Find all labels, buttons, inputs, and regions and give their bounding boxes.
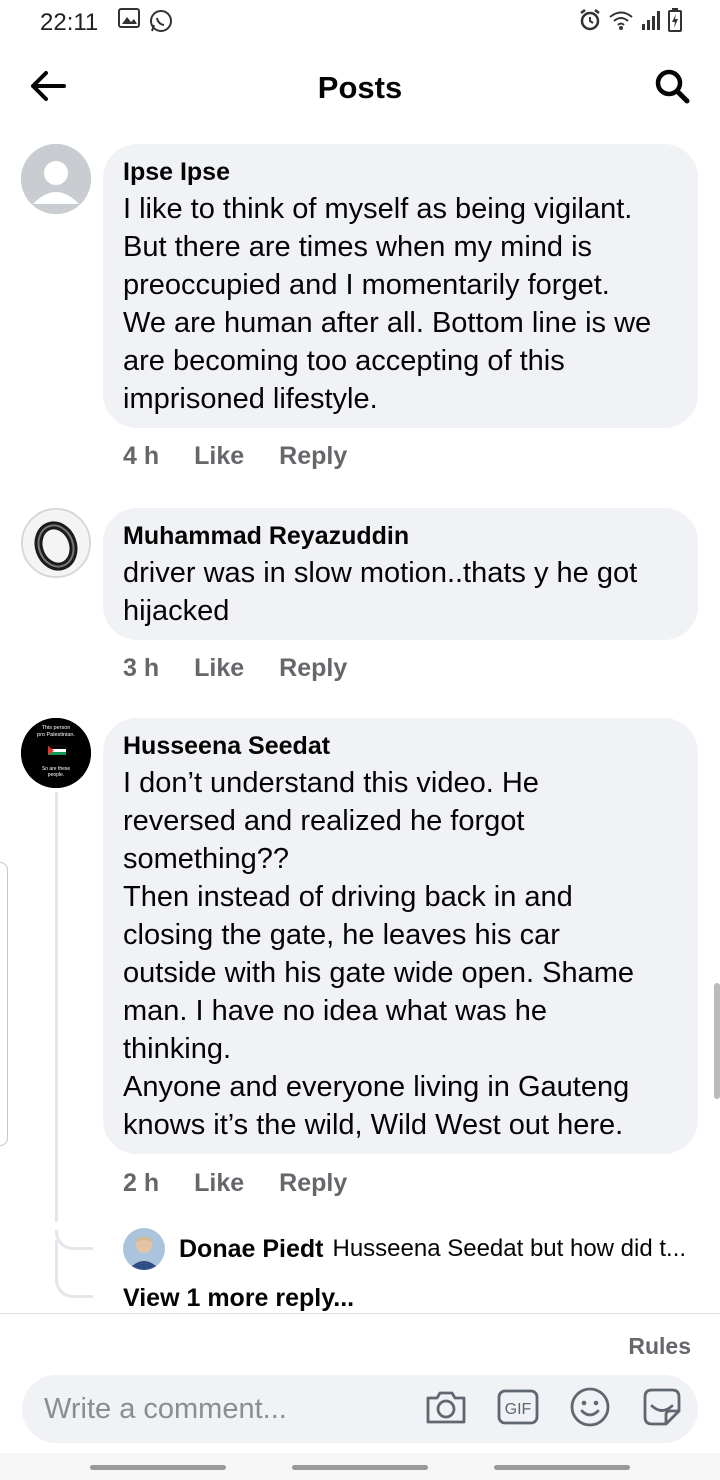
like-button[interactable]: Like [194, 654, 244, 683]
reply-button[interactable]: Reply [279, 1169, 347, 1198]
comment-bubble[interactable]: Husseena Seedat I don’t understand this … [103, 718, 698, 1154]
comment-bubble[interactable]: Muhammad Reyazuddin driver was in slow m… [103, 508, 698, 640]
comment-text: I like to think of myself as being vigil… [123, 193, 652, 415]
profile-image-icon: This person pro Palestinian. So are thes… [21, 718, 91, 788]
comment-bubble[interactable]: Ipse Ipse I like to think of myself as b… [103, 144, 698, 428]
rules-link[interactable]: Rules [628, 1333, 691, 1360]
emoji-button[interactable] [568, 1387, 612, 1431]
avatar[interactable] [21, 508, 91, 578]
reply-button[interactable]: Reply [279, 654, 347, 683]
comment-actions: 4 h Like Reply [123, 442, 347, 471]
nav-handle[interactable] [494, 1465, 630, 1470]
comment-actions: 2 h Like Reply [123, 1169, 347, 1198]
reply-avatar[interactable] [123, 1228, 165, 1270]
view-more-replies-link[interactable]: View 1 more reply... [123, 1284, 354, 1313]
nav-handle[interactable] [292, 1465, 428, 1470]
avatar[interactable]: This person pro Palestinian. So are thes… [21, 718, 91, 788]
status-time: 22:11 [40, 9, 99, 36]
comment-time[interactable]: 3 h [123, 654, 159, 683]
like-button[interactable]: Like [194, 1169, 244, 1198]
system-nav-bar [0, 1453, 720, 1480]
search-icon [653, 67, 691, 110]
reply-button[interactable]: Reply [279, 442, 347, 471]
scrollbar[interactable] [714, 983, 720, 1099]
thread-line [55, 1240, 58, 1284]
comment-input[interactable]: Write a comment... GIF [22, 1375, 698, 1443]
avatar-caption-line: pro Palestinian. [37, 732, 75, 738]
app-bar: Posts [0, 52, 720, 124]
reply-author[interactable]: Donae Piedt [179, 1235, 323, 1264]
comment-author[interactable]: Husseena Seedat [123, 731, 678, 761]
comment-author[interactable]: Muhammad Reyazuddin [123, 521, 678, 551]
gallery-icon [118, 8, 140, 39]
thread-line [55, 792, 58, 1222]
gif-icon: GIF [497, 1388, 539, 1431]
search-button[interactable] [650, 66, 694, 110]
thread-connector [55, 1278, 93, 1298]
gif-label: GIF [505, 1401, 532, 1418]
signal-icon [640, 9, 662, 36]
default-avatar-icon [21, 144, 91, 214]
whatsapp-icon [148, 8, 174, 39]
thread-connector [55, 1230, 93, 1250]
status-bar: 22:11 [0, 0, 720, 44]
comment-time[interactable]: 4 h [123, 442, 159, 471]
sticker-icon [640, 1385, 684, 1434]
battery-charging-icon [668, 8, 682, 37]
reply-preview[interactable]: Donae Piedt Husseena Seedat but how did … [123, 1228, 703, 1270]
nav-handle[interactable] [90, 1465, 226, 1470]
camera-button[interactable] [424, 1387, 468, 1431]
comment-time[interactable]: 2 h [123, 1169, 159, 1198]
page-title: Posts [317, 70, 403, 105]
person-photo-icon [123, 1228, 165, 1270]
comment-text: driver was in slow motion..thats y he go… [123, 557, 638, 627]
gif-button[interactable]: GIF [496, 1387, 540, 1431]
comment-actions: 3 h Like Reply [123, 654, 347, 683]
emoji-icon [569, 1386, 611, 1433]
avatar-caption-line: This person [42, 725, 71, 731]
avatar[interactable] [21, 144, 91, 214]
avatar-caption-line: people. [48, 772, 64, 778]
ring-avatar-icon [23, 510, 89, 576]
like-button[interactable]: Like [194, 442, 244, 471]
reply-text: Husseena Seedat but how did t... [332, 1235, 687, 1262]
comment-author[interactable]: Ipse Ipse [123, 157, 678, 187]
palestine-flag-icon [47, 745, 67, 755]
alarm-icon [578, 8, 602, 37]
comment-text: I don’t understand this video. He revers… [123, 767, 635, 1141]
sticker-button[interactable] [640, 1387, 684, 1431]
wifi-icon [608, 9, 634, 36]
camera-icon [424, 1388, 468, 1431]
comment-input-placeholder: Write a comment... [44, 1393, 287, 1425]
comment-composer: Rules Write a comment... GIF [0, 1313, 720, 1453]
edge-panel-handle[interactable] [0, 862, 8, 1146]
